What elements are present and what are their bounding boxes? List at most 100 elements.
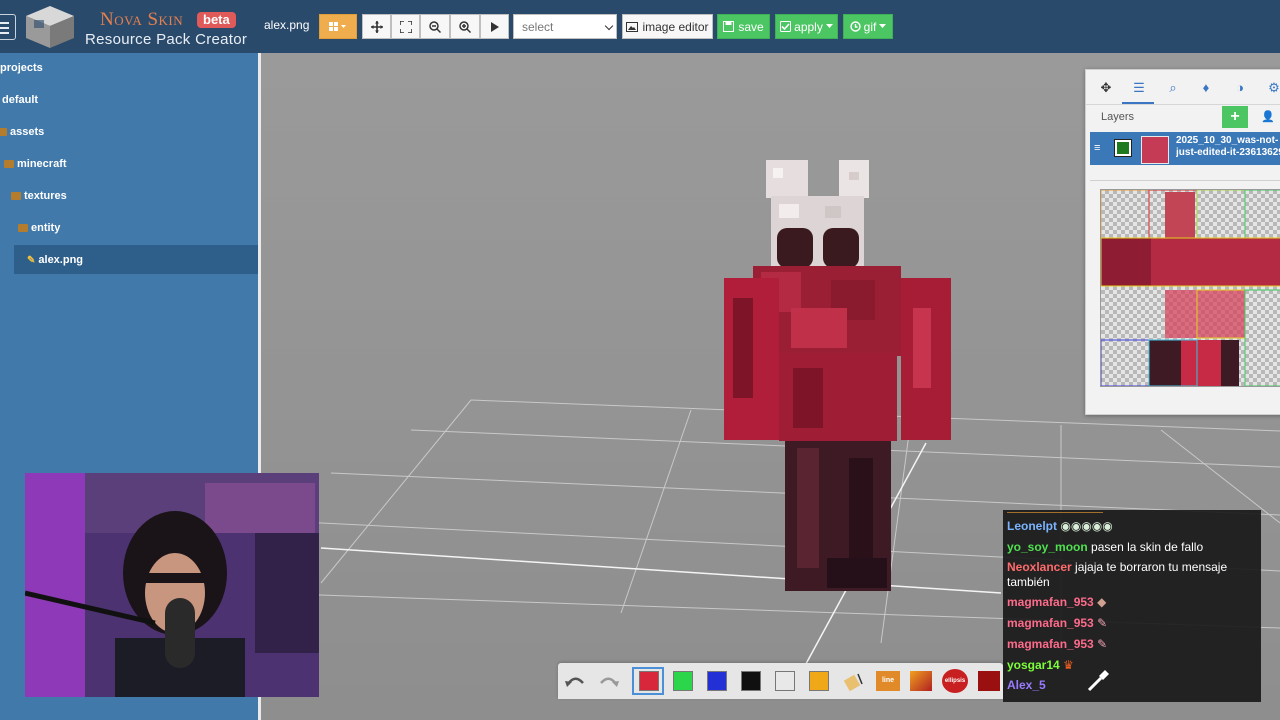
caret-down-icon [879, 24, 887, 28]
stream-chat-overlay: ▬▬▬▬▬▬▬▬ Leonelpt ◉◉◉◉◉ yo_soy_moon pase… [1003, 505, 1261, 702]
user-icon[interactable]: 👤 [1261, 110, 1275, 123]
chat-username: Neoxlancer [1007, 560, 1072, 574]
chat-username: yo_soy_moon [1007, 540, 1088, 554]
redo-icon[interactable] [598, 672, 620, 690]
tree-label: default [2, 94, 39, 106]
undo-icon[interactable] [564, 672, 586, 690]
zoom-in-icon[interactable] [450, 14, 480, 39]
move-icon[interactable]: ✥ [1098, 80, 1114, 96]
chat-message: Alex_5 [1007, 678, 1257, 693]
tree-label: textures [24, 190, 67, 202]
list-icon[interactable]: ☰ [1131, 80, 1147, 96]
chat-username: magmafan_953 [1007, 616, 1094, 630]
color-palette-toolbar: line ellipsis [558, 663, 1003, 699]
line-tool-button[interactable]: line [876, 671, 900, 691]
search-icon[interactable]: ⌕ [1165, 80, 1181, 96]
chat-username: magmafan_953 [1007, 595, 1094, 609]
emote-icon: ✎ [1097, 637, 1108, 651]
drop-icon[interactable]: ♦ [1198, 80, 1214, 96]
folder-icon [0, 128, 7, 136]
apply-label: apply [794, 19, 823, 34]
apply-button[interactable]: apply [775, 14, 838, 39]
chat-username: Alex_5 [1007, 678, 1046, 692]
emote-icon: ✎ [1097, 616, 1108, 630]
color-swatch-orange[interactable] [809, 671, 829, 691]
save-icon [723, 21, 735, 32]
file-icon: ✎ [27, 254, 36, 266]
checkbox-icon [780, 21, 792, 32]
tree-label: alex.png [38, 254, 84, 266]
webcam-overlay [25, 473, 319, 697]
folder-icon [18, 224, 28, 232]
eyedropper-icon[interactable] [1085, 668, 1111, 694]
rectangle-tool-button[interactable] [910, 671, 932, 691]
emote-icon: ♛ [1063, 658, 1074, 672]
menu-icon[interactable] [0, 14, 16, 40]
color-swatch-red[interactable] [639, 671, 659, 691]
tree-label: minecraft [17, 158, 67, 170]
tree-item-alex-png[interactable]: ✎ alex.png [27, 254, 83, 266]
save-label: save [738, 19, 764, 34]
zoom-out-icon[interactable] [420, 14, 450, 39]
layer-visibility-checkbox[interactable] [1114, 139, 1132, 157]
color-swatch-black[interactable] [741, 671, 761, 691]
chat-message: Leonelpt ◉◉◉◉◉ [1007, 519, 1257, 534]
play-icon[interactable] [480, 14, 509, 39]
panel-divider [1086, 104, 1280, 105]
layout-dropdown-button[interactable] [319, 14, 357, 39]
layers-panel: ✥ ☰ ⌕ ♦ ◑ ⚙ Layers + 👤 ≡ 2025_10_30_was-… [1085, 69, 1280, 415]
app-subtitle: Resource Pack Creator [85, 31, 248, 48]
beta-badge: beta [197, 12, 236, 28]
ellipsis-tool-button[interactable]: ellipsis [942, 669, 968, 693]
layer-name-line1: 2025_10_30_was-not- [1176, 135, 1279, 146]
tree-item-entity[interactable]: entity [18, 222, 60, 234]
ellipsis-tool-label: ellipsis [944, 678, 966, 684]
folder-icon [11, 192, 21, 200]
fill-bucket-icon[interactable] [842, 670, 864, 692]
chat-text: pasen la skin de fallo [1091, 540, 1204, 554]
fullscreen-icon[interactable] [391, 14, 420, 39]
chat-message: magmafan_953 ✎ [1007, 616, 1257, 631]
contrast-icon[interactable]: ◑ [1232, 80, 1248, 96]
tree-item-projects[interactable]: projects [0, 62, 43, 74]
chat-username: magmafan_953 [1007, 637, 1094, 651]
gear-icon[interactable]: ⚙ [1266, 80, 1280, 96]
skin-model [724, 160, 951, 591]
chat-message-cutoff: ▬▬▬▬▬▬▬▬ [1007, 505, 1103, 513]
color-swatch-blue[interactable] [707, 671, 727, 691]
chat-message: magmafan_953 ◆ [1007, 595, 1257, 610]
move-icon[interactable] [362, 14, 391, 39]
layers-title: Layers [1101, 111, 1135, 123]
mode-select[interactable]: select [513, 14, 617, 39]
skin-texture-preview[interactable] [1100, 189, 1280, 387]
save-button[interactable]: save [717, 14, 770, 39]
tree-item-assets[interactable]: assets [0, 126, 44, 138]
tree-label: assets [10, 126, 45, 138]
color-swatch-white[interactable] [775, 671, 795, 691]
gif-label: gif [863, 19, 877, 34]
mode-select-value: select [522, 20, 554, 34]
dark-red-tool-button[interactable] [978, 671, 1000, 691]
line-tool-label: line [881, 677, 895, 684]
texture-image [1101, 190, 1280, 386]
tree-item-default[interactable]: default [2, 94, 38, 106]
brand-title: Nova Skin [100, 9, 184, 30]
panel-divider [1090, 180, 1280, 181]
tree-item-textures[interactable]: textures [11, 190, 67, 202]
drag-handle-icon[interactable]: ≡ [1094, 142, 1100, 154]
gif-icon [849, 21, 861, 32]
tree-item-minecraft[interactable]: minecraft [4, 158, 67, 170]
layer-thumbnail [1141, 136, 1169, 164]
chat-username: yosgar14 [1007, 658, 1060, 672]
image-icon [626, 21, 639, 32]
color-swatch-green[interactable] [673, 671, 693, 691]
grid-icon [329, 21, 346, 31]
layer-row[interactable]: ≡ 2025_10_30_was-not- just-edited-it-236… [1090, 132, 1280, 165]
add-layer-button[interactable]: + [1222, 106, 1248, 128]
sidebar-bottom [25, 697, 258, 720]
gif-button[interactable]: gif [843, 14, 893, 39]
current-filename: alex.png [264, 18, 310, 32]
image-editor-button[interactable]: image editor [622, 14, 713, 39]
tree-label: projects [0, 62, 43, 74]
image-editor-label: image editor [642, 19, 709, 34]
